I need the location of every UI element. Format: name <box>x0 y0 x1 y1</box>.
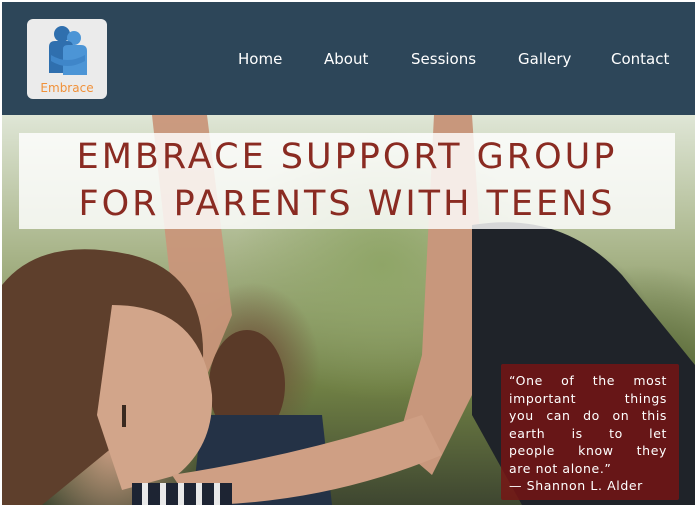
quote-line: people know they <box>509 443 667 458</box>
nav-sessions[interactable]: Sessions <box>411 50 476 68</box>
site-header: Embrace Home About Sessions Gallery Cont… <box>2 2 695 115</box>
hero-title-line-2: FOR PARENTS WITH TEENS <box>78 184 616 224</box>
nav-home[interactable]: Home <box>238 50 282 68</box>
logo-text: Embrace <box>40 81 94 95</box>
quote-line: you can do on this <box>509 408 667 423</box>
quote-author: — Shannon L. Alder <box>509 478 643 493</box>
nav-about[interactable]: About <box>324 50 368 68</box>
nav-gallery[interactable]: Gallery <box>518 50 571 68</box>
quote-line: earth is to let <box>509 425 667 441</box>
hero-section: EMBRACE SUPPORT GROUP FOR PARENTS WITH T… <box>2 115 695 505</box>
page-frame: Embrace Home About Sessions Gallery Cont… <box>2 2 695 505</box>
quote-line: are not alone.” <box>509 460 612 476</box>
quote-card: “One of the most important things you ca… <box>501 364 679 500</box>
hero-title-banner: EMBRACE SUPPORT GROUP FOR PARENTS WITH T… <box>19 133 675 229</box>
quote-line: “One of the most <box>509 373 667 388</box>
quote-line: important things <box>509 390 667 406</box>
nav-contact[interactable]: Contact <box>611 50 669 68</box>
hero-title-line-1: EMBRACE SUPPORT GROUP <box>76 137 618 177</box>
main-nav: Home About Sessions Gallery Contact <box>2 50 695 72</box>
